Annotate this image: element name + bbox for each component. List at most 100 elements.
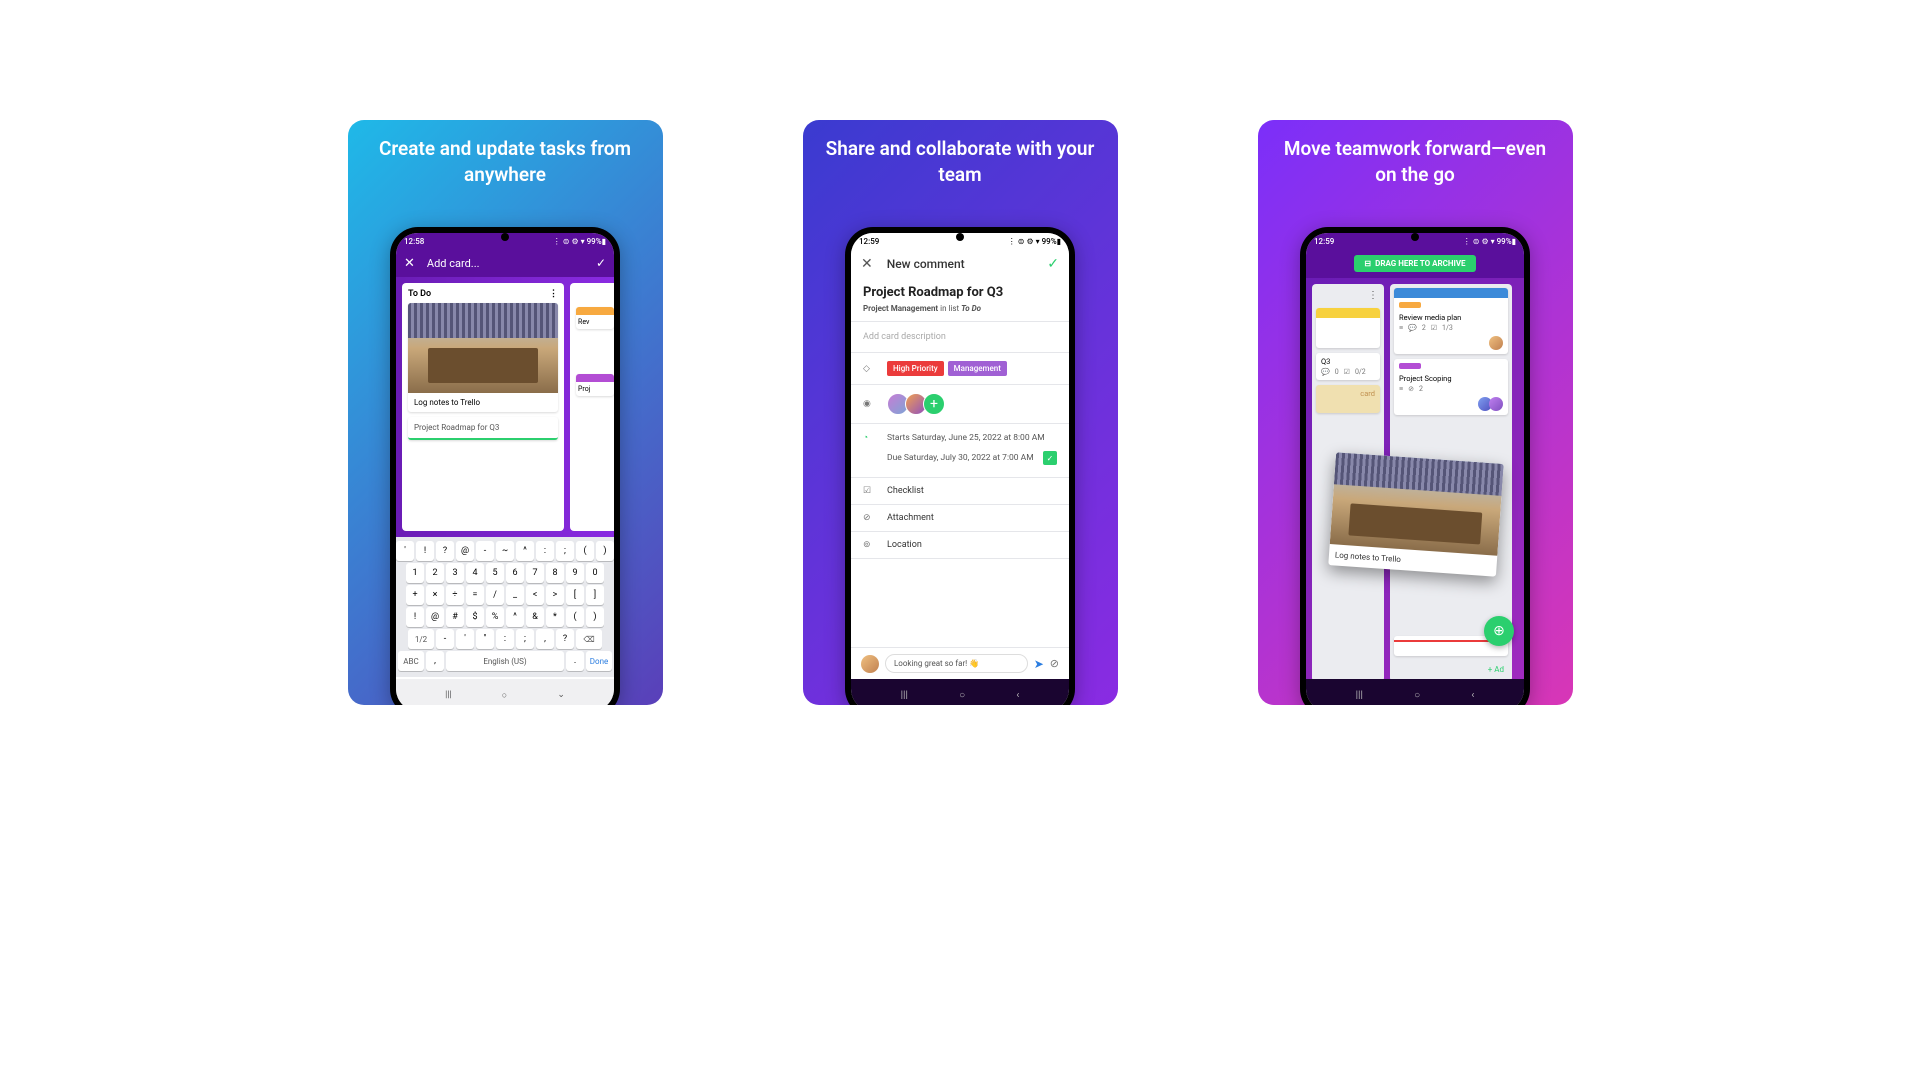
kb-key[interactable]: ' (396, 541, 414, 561)
kb-shift-page[interactable]: 1/2 (408, 629, 434, 649)
kb-key[interactable]: ; (556, 541, 574, 561)
kb-key[interactable]: * (546, 607, 564, 627)
comment-input[interactable]: Looking great so far! 👋 (885, 654, 1028, 673)
kb-key[interactable]: 7 (526, 563, 544, 583)
kb-key[interactable]: ÷ (446, 585, 464, 605)
nav-recent-icon[interactable]: ||| (445, 690, 452, 700)
members-row[interactable]: ◉ + (851, 385, 1069, 424)
nav-back-icon[interactable]: ‹ (1016, 690, 1019, 701)
new-card-input[interactable]: Project Roadmap for Q3 (408, 417, 558, 440)
kb-key[interactable]: ? (436, 541, 454, 561)
attachment-row[interactable]: ⊘ Attachment (851, 505, 1069, 532)
close-icon[interactable]: ✕ (404, 256, 415, 271)
nav-back-icon[interactable]: ⌄ (557, 690, 565, 700)
nav-back-icon[interactable]: ‹ (1471, 690, 1474, 701)
board-area[interactable]: To Do ⋮ Log notes to Trello Project Road… (396, 277, 614, 537)
kb-key[interactable]: # (446, 607, 464, 627)
kb-key[interactable]: × (426, 585, 444, 605)
kb-key[interactable]: 5 (486, 563, 504, 583)
kb-spacebar[interactable]: English (US) (446, 651, 564, 671)
card-review-media[interactable]: Review media plan ≡ 💬2 ☑1/3 (1394, 288, 1508, 354)
kb-key[interactable]: = (466, 585, 484, 605)
kb-key[interactable]: > (546, 585, 564, 605)
kb-key[interactable]: ? (556, 629, 574, 649)
list-menu[interactable]: ⋮ (1316, 288, 1380, 303)
due-complete-checkbox[interactable]: ✓ (1043, 451, 1057, 465)
checklist-row[interactable]: ☑ Checklist (851, 478, 1069, 505)
kb-key[interactable]: $ (466, 607, 484, 627)
kb-key[interactable]: : (536, 541, 554, 561)
description-input[interactable]: Add card description (851, 322, 1069, 353)
kb-done[interactable]: Done (586, 651, 612, 671)
board-area[interactable]: ⋮ Q3 💬0 ☑0/2 card (1306, 278, 1524, 688)
confirm-icon[interactable]: ✓ (1047, 256, 1059, 272)
kb-key[interactable]: 0 (586, 563, 604, 583)
label-high-priority[interactable]: High Priority (887, 361, 944, 376)
kb-period[interactable]: . (566, 651, 584, 671)
dragging-card[interactable]: Log notes to Trello (1328, 452, 1503, 576)
card-left-2[interactable]: Q3 💬0 ☑0/2 (1316, 353, 1380, 380)
kb-key[interactable]: & (526, 607, 544, 627)
kb-key[interactable]: ( (566, 607, 584, 627)
kb-key[interactable]: % (486, 607, 504, 627)
kb-key[interactable]: 9 (566, 563, 584, 583)
nav-home-icon[interactable]: ○ (502, 690, 507, 701)
kb-comma[interactable]: , (426, 651, 444, 671)
add-card-button[interactable]: + Ad (1394, 661, 1508, 678)
kb-key[interactable]: 4 (466, 563, 484, 583)
nav-recent-icon[interactable]: ||| (1356, 690, 1363, 701)
nav-recent-icon[interactable]: ||| (901, 690, 908, 701)
kb-key[interactable]: ~ (496, 541, 514, 561)
kb-key[interactable]: ; (516, 629, 534, 649)
kb-key[interactable]: 3 (446, 563, 464, 583)
label-chip (1399, 363, 1421, 369)
add-member-button[interactable]: + (923, 393, 945, 415)
kb-backspace[interactable]: ⌫ (576, 629, 602, 649)
kb-key[interactable]: : (496, 629, 514, 649)
kb-key[interactable]: - (436, 629, 454, 649)
on-screen-keyboard[interactable]: '!?@-~^:;() 1234567890 +×÷=/_<>[] !@#$%^… (396, 537, 614, 677)
kb-key[interactable]: ! (406, 607, 424, 627)
label-management[interactable]: Management (948, 361, 1007, 376)
kb-key[interactable]: [ (566, 585, 584, 605)
kb-key[interactable]: " (476, 629, 494, 649)
kb-abc[interactable]: ABC (398, 651, 424, 671)
kb-key[interactable]: 6 (506, 563, 524, 583)
kb-key[interactable]: 1 (406, 563, 424, 583)
location-row[interactable]: ⊚ Location (851, 532, 1069, 559)
kb-key[interactable]: ( (576, 541, 594, 561)
dates-row[interactable]: ◔ Starts Saturday, June 25, 2022 at 8:00… (851, 424, 1069, 478)
confirm-icon[interactable]: ✓ (596, 256, 606, 270)
kb-key[interactable]: , (536, 629, 554, 649)
kb-key[interactable]: ! (416, 541, 434, 561)
kb-key[interactable]: @ (426, 607, 444, 627)
kb-key[interactable]: < (526, 585, 544, 605)
card-left-1[interactable] (1316, 308, 1380, 348)
kb-key[interactable]: ' (456, 629, 474, 649)
archive-drop-zone[interactable]: ⊟ DRAG HERE TO ARCHIVE (1354, 255, 1475, 272)
kb-key[interactable]: ) (586, 607, 604, 627)
card-project-scoping[interactable]: Project Scoping ≡ ⊘2 (1394, 359, 1508, 415)
kb-key[interactable]: ^ (506, 607, 524, 627)
close-icon[interactable]: ✕ (861, 256, 873, 272)
kb-key[interactable]: - (476, 541, 494, 561)
send-icon[interactable]: ➤ (1034, 657, 1044, 671)
nav-home-icon[interactable]: ○ (959, 690, 965, 701)
kb-key[interactable]: + (406, 585, 424, 605)
card-peek-2[interactable]: Proj (576, 374, 614, 396)
nav-home-icon[interactable]: ○ (1414, 690, 1420, 701)
kb-key[interactable]: / (486, 585, 504, 605)
kb-key[interactable]: ) (596, 541, 614, 561)
kb-key[interactable]: _ (506, 585, 524, 605)
labels-row[interactable]: ◇ High Priority Management (851, 353, 1069, 385)
kb-key[interactable]: 2 (426, 563, 444, 583)
card-with-image[interactable]: Log notes to Trello (408, 303, 558, 412)
attach-icon[interactable]: ⊘ (1050, 657, 1059, 670)
kb-key[interactable]: @ (456, 541, 474, 561)
zoom-fab[interactable]: ⊕ (1484, 616, 1514, 646)
list-menu-icon[interactable]: ⋮ (549, 289, 558, 299)
kb-key[interactable]: ^ (516, 541, 534, 561)
card-peek-1[interactable]: Rev (576, 307, 614, 329)
kb-key[interactable]: 8 (546, 563, 564, 583)
kb-key[interactable]: ] (586, 585, 604, 605)
